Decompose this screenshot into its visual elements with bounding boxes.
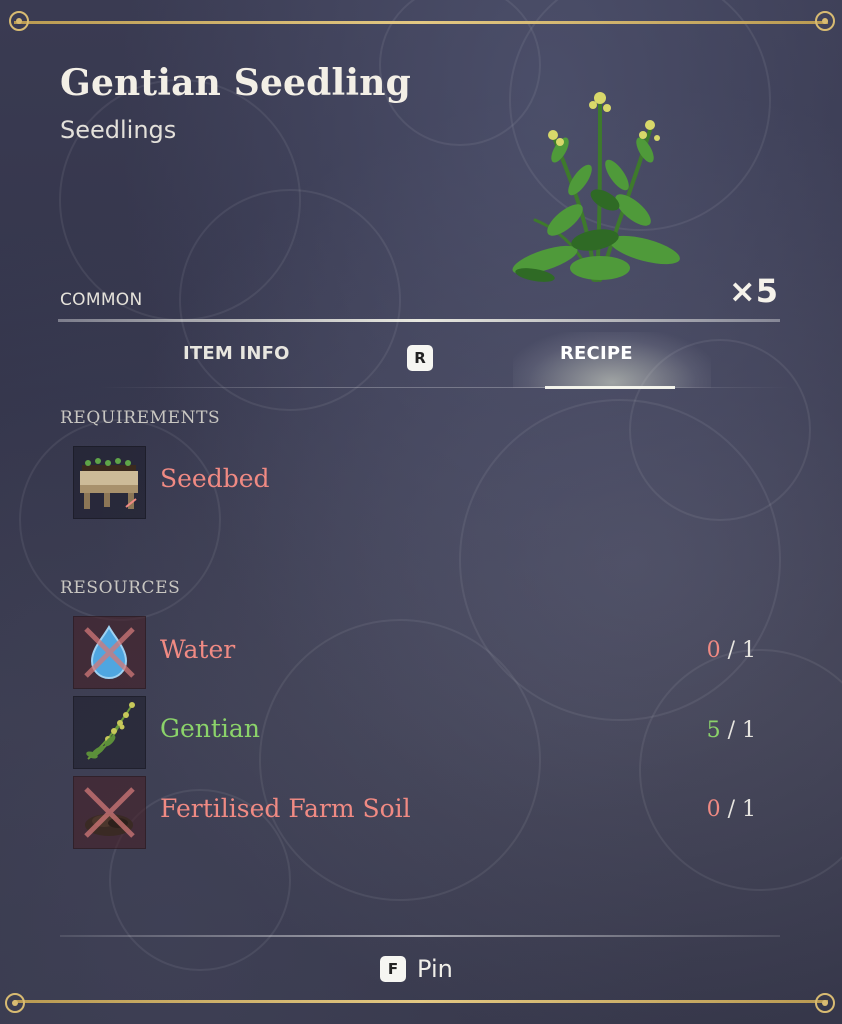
resource-thumb-gentian [73, 696, 146, 769]
resource-gentian-label: Gentian [160, 714, 260, 743]
item-title: Gentian Seedling [60, 62, 412, 104]
frame-corner-ornament-icon [815, 993, 835, 1013]
requirements-heading: REQUIREMENTS [60, 408, 221, 428]
item-category: Seedlings [60, 116, 177, 144]
frame-corner-ornament-icon [9, 11, 29, 31]
pin-button[interactable]: Pin [417, 955, 453, 983]
resource-gentian-count: 5 / 1 [707, 718, 756, 743]
requirement-seedbed-label: Seedbed [160, 464, 270, 493]
tab-switch-key[interactable]: R [407, 345, 433, 371]
frame-bottom-border [14, 1000, 828, 1003]
header-divider [58, 319, 780, 322]
farm-soil-icon [84, 787, 135, 838]
count-separator: / [727, 638, 735, 663]
seedbed-icon [80, 458, 138, 509]
footer-divider [60, 935, 780, 937]
resource-water-count: 0 / 1 [707, 638, 756, 663]
tab-recipe[interactable]: RECIPE [560, 343, 633, 364]
gentian-seedling-icon [512, 92, 680, 282]
resource-farm-soil-have: 0 [706, 797, 721, 822]
item-quantity: ×5 [728, 272, 778, 310]
resource-water-need: 1 [742, 638, 756, 663]
resource-gentian-have: 5 [706, 718, 721, 743]
gentian-icon [86, 702, 135, 760]
pin-key[interactable]: F [380, 956, 406, 982]
resource-farm-soil-label: Fertilised Farm Soil [160, 794, 411, 823]
frame-corner-ornament-icon [815, 11, 835, 31]
tabs-divider [100, 387, 790, 388]
requirement-thumb-seedbed [73, 446, 146, 519]
resource-water-have: 0 [706, 638, 721, 663]
frame-corner-ornament-icon [5, 993, 25, 1013]
resource-thumb-water [73, 616, 146, 689]
resource-farm-soil-need: 1 [742, 797, 756, 822]
resource-water-label: Water [160, 635, 236, 664]
resource-thumb-farm-soil [73, 776, 146, 849]
water-drop-icon [84, 625, 135, 679]
item-tooltip-panel: Gentian Seedling Seedlings COMMON ×5 ITE… [0, 0, 842, 1024]
tab-item-info[interactable]: ITEM INFO [183, 343, 290, 364]
recipe-tab-active-indicator [545, 386, 675, 389]
count-separator: / [727, 718, 735, 743]
resource-gentian-need: 1 [742, 718, 756, 743]
frame-top-border [14, 21, 828, 24]
resource-farm-soil-count: 0 / 1 [707, 797, 756, 822]
item-rarity: COMMON [60, 290, 143, 310]
resources-heading: RESOURCES [60, 578, 181, 598]
count-separator: / [727, 797, 735, 822]
